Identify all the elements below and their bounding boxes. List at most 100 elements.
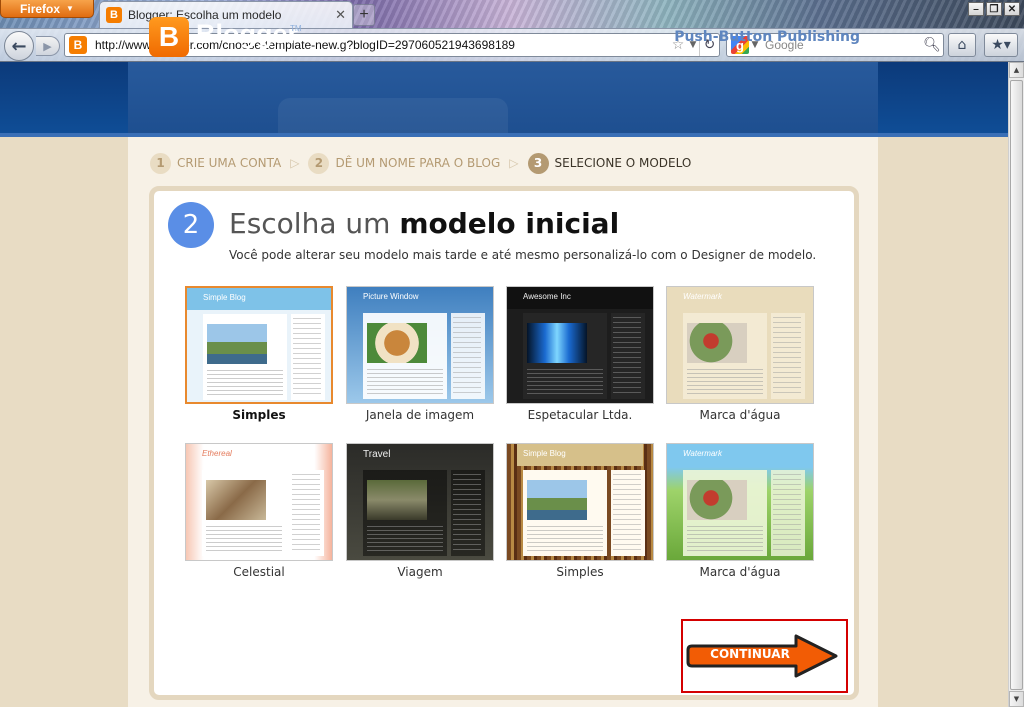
template-thumbnail[interactable]: Watermark xyxy=(666,443,814,561)
template-option-watermark-green[interactable]: Watermark Marca d'água xyxy=(666,443,814,579)
scroll-up-icon[interactable]: ▲ xyxy=(1009,62,1024,78)
thumb-text-lines xyxy=(206,526,282,552)
step-create-account: 1 CRIE UMA CONTA xyxy=(150,152,282,174)
thumb-text-lines xyxy=(367,369,443,395)
thumb-blog-title: Simple Blog xyxy=(203,293,246,302)
trademark-mark: TM xyxy=(290,24,302,33)
template-name[interactable]: Marca d'água xyxy=(666,565,814,579)
forward-button[interactable]: ▶ xyxy=(36,36,60,56)
step-arrow-icon: ▷ xyxy=(290,156,300,170)
thumb-sidebar-lines xyxy=(613,317,641,393)
step-number: 3 xyxy=(527,152,549,174)
thumb-blog-title: Watermark xyxy=(683,449,722,458)
template-option-awesome-inc[interactable]: Awesome Inc Espetacular Ltda. xyxy=(506,286,654,422)
step-label: SELECIONE O MODELO xyxy=(554,156,692,170)
tagline: Push-Button Publishing xyxy=(674,29,860,45)
window-controls: – ❐ ✕ xyxy=(968,2,1020,16)
thumb-text-lines xyxy=(207,370,283,396)
thumb-text-lines xyxy=(367,526,443,552)
page-title-bold: modelo inicial xyxy=(399,207,620,240)
thumb-photo xyxy=(687,480,747,520)
thumb-sidebar-lines xyxy=(773,317,801,393)
progress-steps: 1 CRIE UMA CONTA ▷ 2 DÊ UM NOME PARA O B… xyxy=(150,152,691,174)
thumb-photo xyxy=(207,324,267,364)
firefox-menu-button[interactable]: Firefox ▼ xyxy=(0,0,94,18)
thumb-text-lines xyxy=(527,526,603,552)
template-name[interactable]: Simples xyxy=(506,565,654,579)
thumb-blog-title: Travel xyxy=(363,449,391,460)
template-option-simple[interactable]: Simple Blog Simples xyxy=(185,286,333,422)
close-window-icon[interactable]: ✕ xyxy=(1004,2,1020,16)
section-step-badge: 2 xyxy=(168,202,214,248)
thumb-text-lines xyxy=(527,369,603,395)
blogger-logo-icon[interactable]: B xyxy=(149,17,189,57)
step-label: DÊ UM NOME PARA O BLOG xyxy=(335,156,501,170)
minimize-icon[interactable]: – xyxy=(968,2,984,16)
step-name-blog: 2 DÊ UM NOME PARA O BLOG xyxy=(308,152,501,174)
continue-button[interactable]: CONTINUAR xyxy=(686,632,840,680)
restore-icon[interactable]: ❐ xyxy=(986,2,1002,16)
template-option-picture-window[interactable]: Picture Window Janela de imagem xyxy=(346,286,494,422)
step-arrow-icon: ▷ xyxy=(509,156,519,170)
blogger-header xyxy=(0,62,1008,137)
template-option-watermark[interactable]: Watermark Marca d'água xyxy=(666,286,814,422)
page-title-prefix: Escolha um xyxy=(229,207,391,240)
search-icon[interactable]: 🔍︎ xyxy=(921,34,943,56)
thumb-sidebar-lines xyxy=(613,474,641,550)
thumb-sidebar-lines xyxy=(453,317,481,393)
page-subtitle: Você pode alterar seu modelo mais tarde … xyxy=(229,248,817,262)
template-name[interactable]: Viagem xyxy=(346,565,494,579)
thumb-photo xyxy=(367,323,427,363)
step-label: CRIE UMA CONTA xyxy=(177,156,282,170)
thumb-blog-title: Ethereal xyxy=(202,449,232,458)
thumb-photo xyxy=(206,480,266,520)
thumb-blog-title: Picture Window xyxy=(363,292,419,301)
new-tab-button[interactable]: + xyxy=(353,4,375,26)
template-thumbnail[interactable]: Simple Blog xyxy=(506,443,654,561)
firefox-menu-label: Firefox xyxy=(20,1,61,16)
scroll-down-icon[interactable]: ▼ xyxy=(1009,691,1024,707)
template-thumbnail[interactable]: Simple Blog xyxy=(185,286,333,404)
thumb-photo xyxy=(527,480,587,520)
continue-label: CONTINUAR xyxy=(710,647,790,661)
thumb-photo xyxy=(687,323,747,363)
template-option-ethereal[interactable]: Ethereal Celestial xyxy=(185,443,333,579)
thumb-photo xyxy=(527,323,587,363)
thumb-sidebar-lines xyxy=(453,474,481,550)
template-thumbnail[interactable]: Travel xyxy=(346,443,494,561)
thumb-blog-title: Awesome Inc xyxy=(523,292,571,301)
chevron-down-icon: ▼ xyxy=(66,4,74,13)
template-name[interactable]: Janela de imagem xyxy=(346,408,494,422)
home-button[interactable]: ⌂ xyxy=(948,33,976,57)
template-option-simple-bookshelf[interactable]: Simple Blog Simples xyxy=(506,443,654,579)
thumb-sidebar-lines xyxy=(292,474,320,550)
template-name[interactable]: Marca d'água xyxy=(666,408,814,422)
template-thumbnail[interactable]: Awesome Inc xyxy=(506,286,654,404)
template-option-travel[interactable]: Travel Viagem xyxy=(346,443,494,579)
blogger-favicon: B xyxy=(69,36,87,54)
template-name[interactable]: Celestial xyxy=(185,565,333,579)
template-thumbnail[interactable]: Ethereal xyxy=(185,443,333,561)
thumb-text-lines xyxy=(687,526,763,552)
header-panel xyxy=(128,62,878,133)
blogger-logo-text[interactable]: Blogger xyxy=(196,19,298,50)
step-number: 2 xyxy=(308,152,330,174)
thumb-blog-title: Watermark xyxy=(683,292,722,301)
template-thumbnail[interactable]: Watermark xyxy=(666,286,814,404)
template-thumbnail[interactable]: Picture Window xyxy=(346,286,494,404)
step-number: 1 xyxy=(150,152,171,174)
template-name[interactable]: Espetacular Ltda. xyxy=(506,408,654,422)
scrollbar-thumb[interactable] xyxy=(1010,80,1023,690)
close-tab-icon[interactable]: ✕ xyxy=(335,7,352,23)
thumb-sidebar-lines xyxy=(293,318,321,394)
thumb-sidebar-lines xyxy=(773,474,801,550)
step-select-template: 3 SELECIONE O MODELO xyxy=(527,152,692,174)
vertical-scrollbar[interactable]: ▲ ▼ xyxy=(1008,62,1024,707)
thumb-blog-title: Simple Blog xyxy=(523,449,566,458)
thumb-text-lines xyxy=(687,369,763,395)
bookmarks-button[interactable]: ★▾ xyxy=(984,33,1018,57)
page-title: Escolha um modelo inicial xyxy=(229,207,619,240)
back-button[interactable]: ← xyxy=(4,31,34,61)
blogger-favicon: B xyxy=(106,7,122,23)
template-name[interactable]: Simples xyxy=(185,408,333,422)
